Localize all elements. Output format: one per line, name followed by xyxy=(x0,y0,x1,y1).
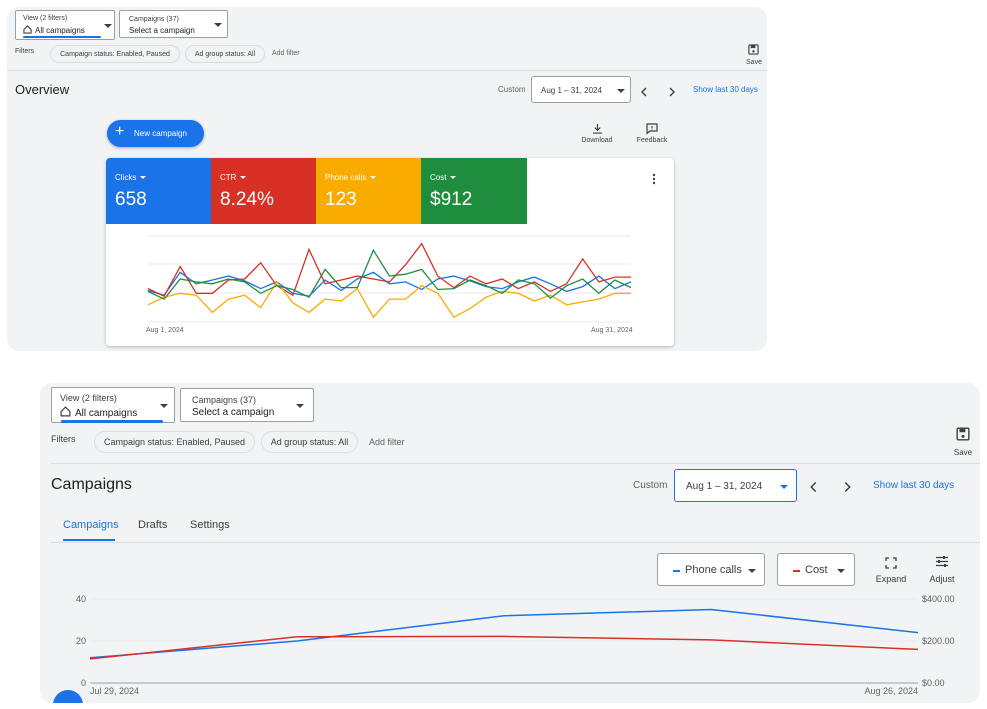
add-filter-link[interactable]: Add filter xyxy=(272,50,300,57)
overview-line-chart xyxy=(147,235,632,323)
overview-panel: View (2 filters) All campaigns Campaigns… xyxy=(7,7,767,351)
campaign-select-value: Select a campaign xyxy=(129,26,195,35)
view-filter-label: View (2 filters) xyxy=(23,15,68,22)
show-last-30-days-link[interactable]: Show last 30 days xyxy=(693,85,758,94)
filter-chip-campaign-status[interactable]: Campaign status: Enabled, Paused xyxy=(50,45,180,63)
page-title: Overview xyxy=(15,82,70,97)
y-tick-left: 40 xyxy=(76,594,86,604)
y-tick-right: $400.00 xyxy=(922,594,955,604)
chevron-down-icon xyxy=(617,89,625,93)
date-range-value: Aug 1 – 31, 2024 xyxy=(541,86,602,95)
overview-chart-card: Clicks 658 CTR 8.24% Phone calls 123 Cos… xyxy=(106,158,674,346)
view-filter-value: All campaigns xyxy=(35,26,85,35)
x-axis-end-label: Aug 31, 2024 xyxy=(591,327,633,334)
chevron-down-icon xyxy=(104,24,112,28)
series-line-cost xyxy=(147,248,632,300)
feedback-label: Feedback xyxy=(636,137,668,144)
custom-label: Custom xyxy=(498,85,526,94)
save-icon[interactable] xyxy=(748,42,759,60)
save-label: Save xyxy=(746,59,762,66)
campaign-select-dropdown[interactable]: Campaigns (37) Select a campaign xyxy=(119,10,228,38)
home-icon xyxy=(23,25,32,36)
x-axis-start-label: Aug 1, 2024 xyxy=(146,327,184,334)
view-filter-dropdown[interactable]: View (2 filters) All campaigns xyxy=(15,10,115,40)
campaigns-panel: View (2 filters) All campaigns Campaigns… xyxy=(40,383,980,703)
download-label: Download xyxy=(581,137,613,144)
x-tick-label: Jul 29, 2024 xyxy=(90,686,139,696)
y-tick-left: 20 xyxy=(76,636,86,646)
date-range-picker[interactable]: Aug 1 – 31, 2024 xyxy=(531,76,631,103)
y-tick-right: $0.00 xyxy=(922,678,945,688)
campaign-select-label: Campaigns (37) xyxy=(129,16,179,23)
plus-icon: + xyxy=(115,123,125,140)
chevron-left-icon[interactable] xyxy=(640,84,648,102)
y-tick-left: 0 xyxy=(81,678,86,688)
chevron-right-icon[interactable] xyxy=(668,84,676,102)
y-tick-right: $200.00 xyxy=(922,636,955,646)
series-line-phone-calls xyxy=(89,608,919,659)
campaigns-line-chart: 0 $0.00 20 $200.00 40 $400.00 Jul 29, 2024 Aug … xyxy=(76,594,955,696)
series-line-ctr xyxy=(147,242,631,298)
filter-chip-ad-group-status[interactable]: Ad group status: All xyxy=(185,45,265,63)
new-campaign-label: New campaign xyxy=(134,129,187,138)
chevron-down-icon xyxy=(214,23,222,27)
filters-label: Filters xyxy=(15,48,35,55)
x-tick-label: Aug 26, 2024 xyxy=(864,686,918,696)
new-campaign-button[interactable]: + New campaign xyxy=(107,120,204,147)
